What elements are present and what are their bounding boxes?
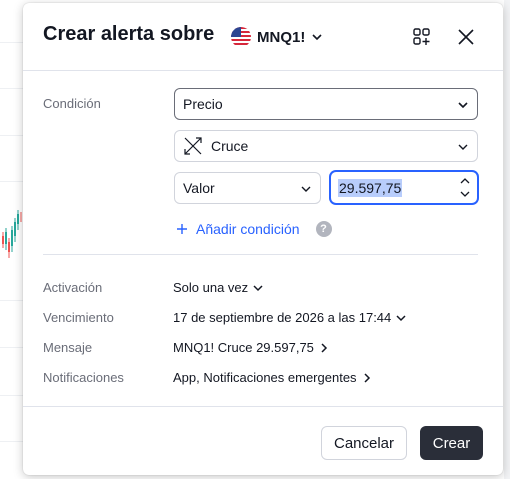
condition-label: Condición <box>43 96 101 111</box>
value-type-value: Valor <box>183 180 215 196</box>
activation-value: Solo una vez <box>173 280 249 295</box>
us-flag-icon <box>231 27 251 47</box>
message-label: Mensaje <box>43 340 93 355</box>
notifications-link[interactable]: App, Notificaciones emergentes <box>173 370 372 385</box>
section-divider <box>43 254 478 255</box>
stepper-down-icon[interactable] <box>460 190 470 198</box>
chevron-right-icon <box>321 342 327 353</box>
message-link[interactable]: MNQ1! Cruce 29.597,75 <box>173 340 329 355</box>
add-condition-label: Añadir condición <box>196 221 300 237</box>
background-scale <box>504 0 510 479</box>
close-icon[interactable] <box>456 27 476 47</box>
expiration-value: 17 de septiembre de 2026 a las 17:44 <box>173 310 392 325</box>
add-watchlist-icon[interactable] <box>412 27 432 47</box>
plus-icon <box>177 224 187 234</box>
source-select[interactable]: Precio <box>174 88 478 120</box>
dialog-footer: Cancelar Crear <box>23 406 503 475</box>
dialog-header: Crear alerta sobre MNQ1! <box>23 3 503 71</box>
add-condition-button[interactable]: Añadir condición ? <box>176 221 332 237</box>
operator-select[interactable]: Cruce <box>174 130 478 162</box>
chevron-down-icon <box>396 314 406 321</box>
activation-dropdown[interactable]: Solo una vez <box>173 280 263 295</box>
chevron-down-icon <box>458 144 468 150</box>
cancel-button[interactable]: Cancelar <box>321 426 407 460</box>
symbol-name: MNQ1! <box>257 28 306 46</box>
chevron-down-icon <box>312 34 322 41</box>
operator-value: Cruce <box>211 138 249 154</box>
chevron-down-icon <box>253 284 263 291</box>
create-alert-dialog: Crear alerta sobre MNQ1! Condición Preci… <box>23 3 503 475</box>
help-icon[interactable]: ? <box>315 221 332 237</box>
notifications-label: Notificaciones <box>43 370 124 385</box>
chevron-down-icon <box>301 186 311 192</box>
stepper-up-icon[interactable] <box>460 177 470 185</box>
message-value: MNQ1! Cruce 29.597,75 <box>173 340 314 355</box>
price-value-input[interactable]: 29.597,75 <box>330 171 478 204</box>
notifications-value: App, Notificaciones emergentes <box>173 370 357 385</box>
source-value: Precio <box>183 96 223 112</box>
value-type-select[interactable]: Valor <box>174 172 321 204</box>
dialog-title: Crear alerta sobre <box>43 23 215 45</box>
create-button[interactable]: Crear <box>420 426 483 460</box>
crossing-icon <box>184 137 202 155</box>
activation-label: Activación <box>43 280 103 295</box>
symbol-picker[interactable]: MNQ1! <box>231 25 323 49</box>
chevron-down-icon <box>458 102 468 109</box>
price-value-text: 29.597,75 <box>338 179 403 197</box>
chevron-right-icon <box>364 372 370 383</box>
expiration-dropdown[interactable]: 17 de septiembre de 2026 a las 17:44 <box>173 310 406 325</box>
expiration-label: Vencimiento <box>43 310 114 325</box>
